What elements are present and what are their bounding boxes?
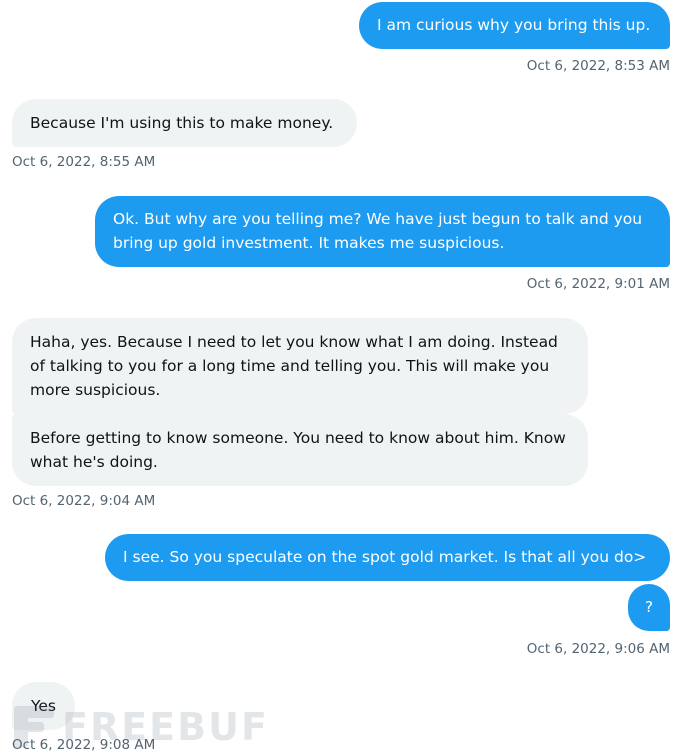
message-bubble-incoming[interactable]: Yes [12, 682, 75, 730]
message-timestamp: Oct 6, 2022, 9:04 AM [12, 493, 156, 509]
message-timestamp: Oct 6, 2022, 9:01 AM [526, 276, 670, 292]
message-text: I am curious why you bring this up. [377, 16, 651, 34]
message-bubble-outgoing[interactable]: I am curious why you bring this up. [359, 2, 670, 49]
message-timestamp: Oct 6, 2022, 9:08 AM [12, 737, 156, 753]
message-text: Ok. But why are you telling me? We have … [113, 210, 643, 252]
message-text: Because I'm using this to make money. [30, 114, 334, 132]
message-text: Yes [30, 697, 57, 715]
message-bubble-outgoing[interactable]: I see. So you speculate on the spot gold… [105, 534, 670, 581]
message-text: Before getting to know someone. You need… [30, 429, 566, 471]
message-timestamp: Oct 6, 2022, 8:53 AM [526, 58, 670, 74]
message-bubble-outgoing[interactable]: Ok. But why are you telling me? We have … [95, 196, 670, 267]
message-timestamp: Oct 6, 2022, 9:06 AM [526, 641, 670, 657]
message-text: I see. So you speculate on the spot gold… [123, 548, 647, 566]
message-bubble-incoming[interactable]: Haha, yes. Because I need to let you kno… [12, 318, 588, 414]
message-bubble-outgoing[interactable]: ? [628, 584, 670, 631]
message-bubble-incoming[interactable]: Because I'm using this to make money. [12, 99, 357, 147]
message-text: ? [644, 598, 654, 616]
dm-conversation: I am curious why you bring this up. Oct … [0, 0, 690, 756]
message-timestamp: Oct 6, 2022, 8:55 AM [12, 154, 156, 170]
message-bubble-incoming[interactable]: Before getting to know someone. You need… [12, 414, 588, 486]
message-text: Haha, yes. Because I need to let you kno… [30, 333, 558, 399]
